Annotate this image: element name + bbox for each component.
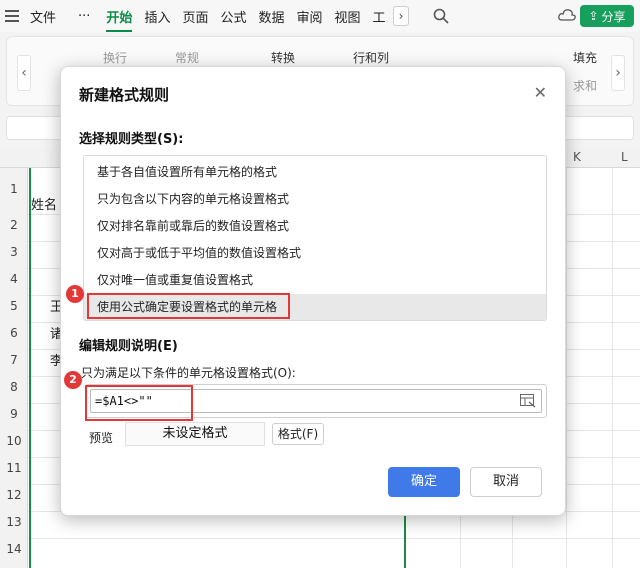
rows-cols-button[interactable]: 行和列 xyxy=(353,49,389,66)
share-button[interactable]: ⇪ 分享 xyxy=(580,5,634,27)
rule-type-item[interactable]: 仅对唯一值或重复值设置格式 xyxy=(84,267,546,293)
menu-icon[interactable] xyxy=(0,10,24,22)
tab-review[interactable]: 审阅 xyxy=(291,7,329,26)
row-header[interactable]: 4 xyxy=(0,272,28,286)
wrap-text-button[interactable]: 换行 xyxy=(103,49,127,66)
rule-type-label: 选择规则类型(S): xyxy=(79,132,184,147)
search-icon[interactable] xyxy=(433,8,449,24)
preview-box: 未设定格式 xyxy=(125,422,265,446)
menu-more[interactable]: ··· xyxy=(72,9,96,24)
tabs-scroll-right-icon[interactable]: › xyxy=(393,6,409,26)
edit-rule-label: 编辑规则说明(E) xyxy=(79,339,178,354)
format-button[interactable]: 格式(F) xyxy=(272,423,324,445)
tab-page[interactable]: 页面 xyxy=(176,7,214,26)
row-header[interactable]: 6 xyxy=(0,326,28,340)
row-header[interactable]: 5 xyxy=(0,299,28,313)
ribbon-scroll-right-icon[interactable]: › xyxy=(611,55,625,91)
new-format-rule-dialog: 新建格式规则 ✕ 选择规则类型(S): 基于各自值设置所有单元格的格式 只为包含… xyxy=(60,66,566,516)
convert-button[interactable]: 转换 xyxy=(271,49,295,66)
preview-label: 预览 xyxy=(89,431,114,445)
rule-type-item[interactable]: 基于各自值设置所有单元格的格式 xyxy=(84,159,546,185)
menu-file[interactable]: 文件 xyxy=(24,7,62,26)
highlight-rule-formula xyxy=(87,293,290,319)
dialog-title: 新建格式规则 xyxy=(79,86,170,104)
tab-data[interactable]: 数据 xyxy=(252,7,290,26)
row-header[interactable]: 9 xyxy=(0,407,28,421)
row-header[interactable]: 11 xyxy=(0,461,28,475)
row-header[interactable]: 10 xyxy=(0,434,28,448)
condition-label: 只为满足以下条件的单元格设置格式(O): xyxy=(81,366,296,380)
row-header[interactable]: 1 xyxy=(0,182,28,196)
row-header[interactable]: 7 xyxy=(0,353,28,367)
row-header[interactable]: 8 xyxy=(0,380,28,394)
rule-type-item[interactable]: 仅对排名靠前或靠后的数值设置格式 xyxy=(84,213,546,239)
menu-bar: 文件 ··· 开始 插入 页面 公式 数据 审阅 视图 工 xyxy=(0,0,640,32)
annotation-badge-2: 2 xyxy=(64,371,82,389)
row-headers: 1 2 3 4 5 6 7 8 9 10 11 12 13 14 xyxy=(0,168,28,568)
row-header[interactable]: 14 xyxy=(0,542,28,556)
row-header[interactable]: 3 xyxy=(0,245,28,259)
cell-reference-icon[interactable] xyxy=(520,394,536,408)
tab-insert[interactable]: 插入 xyxy=(138,7,176,26)
annotation-badge-1: 1 xyxy=(66,285,84,303)
row-header[interactable]: 13 xyxy=(0,515,28,529)
cancel-button[interactable]: 取消 xyxy=(470,467,542,497)
share-icon: ⇪ xyxy=(588,9,599,23)
row-header[interactable]: 2 xyxy=(0,218,28,232)
column-header-l[interactable]: L xyxy=(621,150,628,164)
column-header-k[interactable]: K xyxy=(573,150,581,164)
tab-home[interactable]: 开始 xyxy=(100,7,138,32)
tab-tools[interactable]: 工 xyxy=(367,7,392,26)
highlight-formula-input xyxy=(85,385,193,421)
ribbon-scroll-left-icon[interactable]: ‹ xyxy=(17,55,31,91)
cell-a1[interactable]: 姓名 xyxy=(31,194,57,213)
row-header[interactable]: 12 xyxy=(0,488,28,502)
number-format-select[interactable]: 常规 xyxy=(175,49,199,66)
cloud-icon[interactable] xyxy=(558,8,576,22)
sum-button[interactable]: 求和 xyxy=(573,77,597,94)
tab-view[interactable]: 视图 xyxy=(329,7,367,26)
rule-type-item[interactable]: 仅对高于或低于平均值的数值设置格式 xyxy=(84,240,546,266)
tab-formula[interactable]: 公式 xyxy=(214,7,252,26)
close-icon[interactable]: ✕ xyxy=(534,83,547,102)
ok-button[interactable]: 确定 xyxy=(388,467,460,497)
fill-button[interactable]: 填充 xyxy=(573,49,597,66)
share-label: 分享 xyxy=(601,9,626,24)
rule-type-item[interactable]: 只为包含以下内容的单元格设置格式 xyxy=(84,186,546,212)
